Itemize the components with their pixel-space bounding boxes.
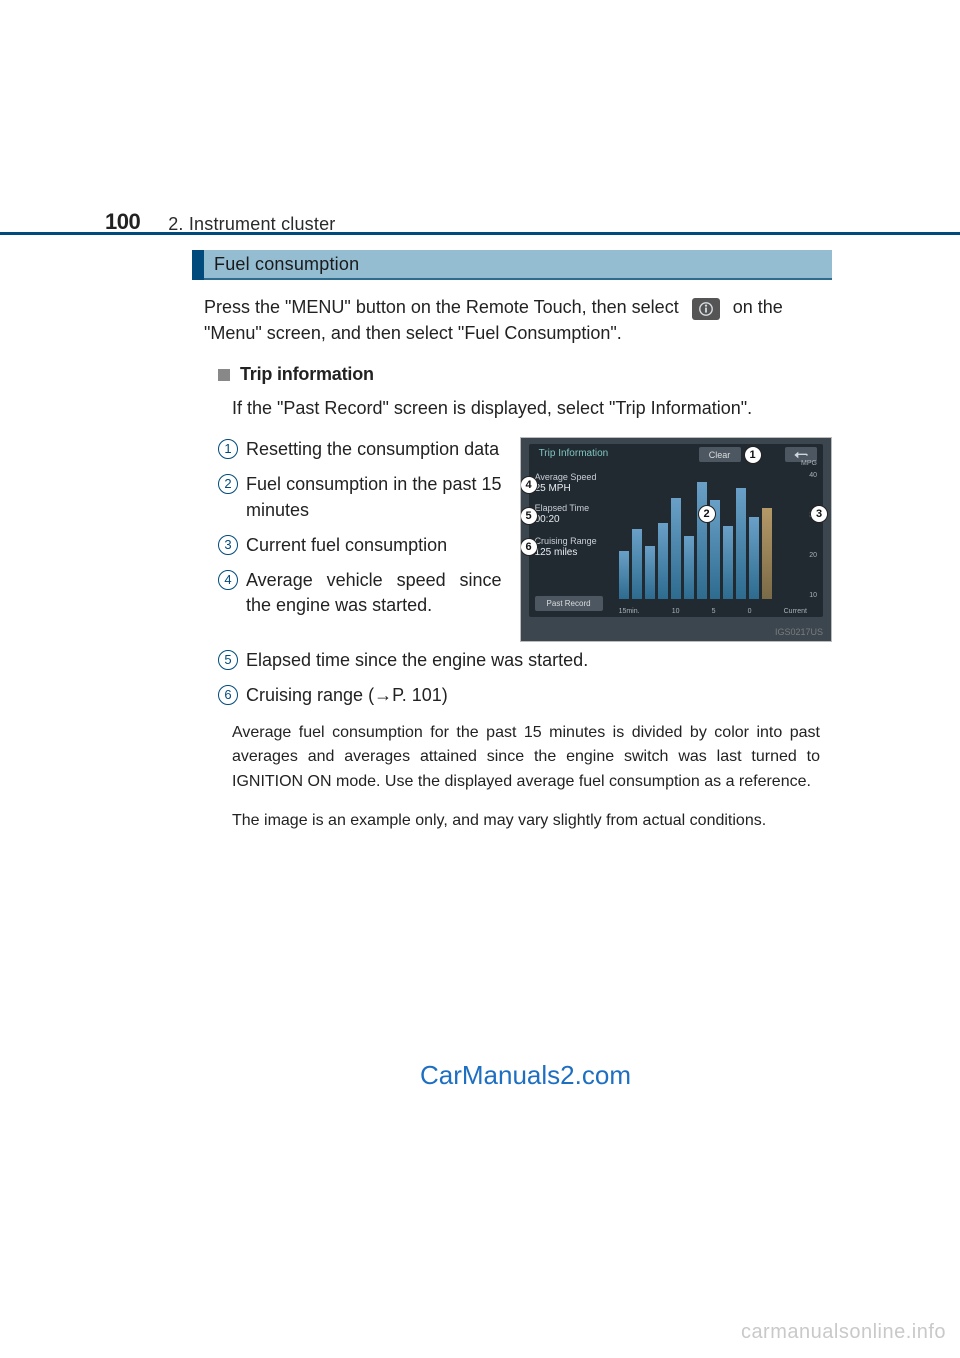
list-item: 5 Elapsed time since the engine was start… <box>218 648 820 673</box>
figure-clear-button: Clear <box>699 447 741 462</box>
chart-bar <box>736 488 746 600</box>
figure-x-tick: 5 <box>712 608 716 615</box>
figure-callout-3: 3 <box>811 506 827 522</box>
intro-paragraph: Press the "MENU" button on the Remote To… <box>204 294 820 346</box>
figure-caption: IGS0217US <box>775 627 823 637</box>
circled-number-icon: 5 <box>218 650 238 670</box>
circled-number-icon: 1 <box>218 439 238 459</box>
figure-elapsed-time: Elapsed Time 00:20 <box>535 503 615 525</box>
chart-bar <box>658 523 668 599</box>
chart-bar <box>632 529 642 599</box>
figure-value: 25 MPH <box>535 483 615 494</box>
intro-text-before: Press the "MENU" button on the Remote To… <box>204 297 684 317</box>
sub-heading-text: Trip information <box>240 364 374 385</box>
circled-number-icon: 4 <box>218 570 238 590</box>
list-item-text: Resetting the consumption data <box>246 437 502 462</box>
fine-print-1: Average fuel consumption for the past 15… <box>232 721 820 795</box>
figure-callout-4: 4 <box>521 477 537 493</box>
figure-value: 00:20 <box>535 514 615 525</box>
figure-past-record-button: Past Record <box>535 596 603 611</box>
page-header: 100 2. Instrument cluster <box>0 195 960 235</box>
figure-x-tick: 15min. <box>619 608 640 615</box>
trip-info-figure: Trip Information Clear Average Speed 25 … <box>520 437 832 642</box>
sub-body-text: If the "Past Record" screen is displayed… <box>232 395 820 421</box>
figure-callout-1: 1 <box>745 447 761 463</box>
back-arrow-icon <box>793 450 809 460</box>
square-bullet-icon <box>218 369 230 381</box>
callout-list-continued: 5 Elapsed time since the engine was start… <box>218 648 820 708</box>
chart-bar <box>619 551 629 599</box>
circled-number-icon: 6 <box>218 685 238 705</box>
chart-bar <box>723 526 733 600</box>
chart-bar <box>697 482 707 599</box>
chart-bar <box>749 517 759 600</box>
figure-label: Elapsed Time <box>535 503 615 513</box>
watermark-link: CarManuals2.com <box>420 1060 631 1091</box>
figure-x-tick: Current <box>784 608 807 615</box>
cruising-range-post: P. 101) <box>392 685 448 705</box>
circled-number-icon: 3 <box>218 535 238 555</box>
figure-callout-6: 6 <box>521 539 537 555</box>
list-item: 4 Average vehicle speed since the engine … <box>218 568 502 618</box>
figure-x-tick: 10 <box>672 608 680 615</box>
chart-bar <box>671 498 681 600</box>
figure-mpg-label: MPG <box>801 460 817 467</box>
list-item-text: Average vehicle speed since the engine w… <box>246 568 502 618</box>
heading-accent <box>192 250 204 280</box>
list-item: 6 Cruising range (→P. 101) <box>218 683 820 708</box>
list-item: 2 Fuel consumption in the past 15 minutes <box>218 472 502 522</box>
figure-callout-5: 5 <box>521 508 537 524</box>
figure-cruising-range: Cruising Range 125 miles <box>535 536 615 558</box>
watermark-corner: carmanualsonline.info <box>741 1321 946 1344</box>
figure-x-tick: 0 <box>748 608 752 615</box>
arrow-icon: → <box>374 685 392 705</box>
figure-avg-speed: Average Speed 25 MPH <box>535 472 615 494</box>
list-item-text: Current fuel consumption <box>246 533 502 558</box>
figure-x-axis: 15min. 10 5 0 Current <box>619 608 807 615</box>
figure-label: Cruising Range <box>535 536 615 546</box>
figure-y-tick: 40 <box>809 472 817 479</box>
chart-bar <box>684 536 694 600</box>
callout-list: 1 Resetting the consumption data 2 Fuel co… <box>218 437 502 618</box>
list-item-text: Cruising range (→P. 101) <box>246 683 820 708</box>
chart-bar-current <box>762 508 772 599</box>
sub-heading: Trip information <box>218 364 832 385</box>
section-heading-bar: Fuel consumption <box>192 250 832 280</box>
circled-number-icon: 2 <box>218 474 238 494</box>
info-icon <box>692 298 720 320</box>
cruising-range-pre: Cruising range ( <box>246 685 374 705</box>
figure-y-tick: 10 <box>809 592 817 599</box>
figure-label: Average Speed <box>535 472 615 482</box>
figure-callout-2: 2 <box>699 506 715 522</box>
chart-bar <box>645 546 655 599</box>
figure-y-tick: 20 <box>809 552 817 559</box>
list-item: 1 Resetting the consumption data <box>218 437 502 462</box>
heading-text: Fuel consumption <box>204 250 832 280</box>
figure-value: 125 miles <box>535 547 615 558</box>
list-item-text: Fuel consumption in the past 15 minutes <box>246 472 502 522</box>
figure-y-axis: 40 30 20 10 <box>809 472 817 599</box>
list-item: 3 Current fuel consumption <box>218 533 502 558</box>
list-item-text: Elapsed time since the engine was starte… <box>246 648 820 673</box>
figure-title: Trip Information <box>539 448 609 459</box>
figure-bar-chart <box>619 472 801 599</box>
header-rule <box>0 232 960 235</box>
fine-print-2: The image is an example only, and may va… <box>232 809 820 834</box>
